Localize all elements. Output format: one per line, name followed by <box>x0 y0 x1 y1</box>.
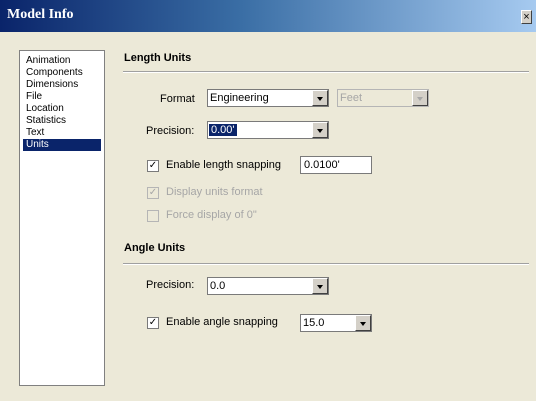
sidebar-item-statistics[interactable]: Statistics <box>23 115 101 127</box>
force-display-label: Force display of 0" <box>166 209 257 221</box>
chevron-down-icon <box>412 90 428 106</box>
enable-angle-snapping-label: Enable angle snapping <box>166 316 278 328</box>
angle-precision-select[interactable]: 0.0 <box>207 277 329 295</box>
enable-length-snapping-label: Enable length snapping <box>166 159 281 171</box>
sidebar-item-text[interactable]: Text <box>23 127 101 139</box>
length-precision-label: Precision: <box>146 125 195 137</box>
sidebar-item-animation[interactable]: Animation <box>23 55 101 67</box>
sidebar-item-file[interactable]: File <box>23 91 101 103</box>
title-bar[interactable]: Model Info <box>0 0 536 32</box>
sidebar-item-components[interactable]: Components <box>23 67 101 79</box>
angle-units-divider <box>123 263 529 265</box>
angle-precision-label: Precision: <box>146 279 195 291</box>
angle-snapping-value: 15.0 <box>303 317 325 329</box>
category-list[interactable]: Animation Components Dimensions File Loc… <box>19 50 105 386</box>
sidebar-item-units[interactable]: Units <box>23 139 101 151</box>
length-snapping-input[interactable]: 0.0100' <box>300 156 372 174</box>
sidebar-item-location[interactable]: Location <box>23 103 101 115</box>
sidebar-item-dimensions[interactable]: Dimensions <box>23 79 101 91</box>
force-display-checkbox <box>147 210 159 222</box>
length-precision-select[interactable]: 0.00' <box>207 121 329 139</box>
window-title: Model Info <box>7 7 74 22</box>
enable-angle-snapping-checkbox[interactable]: ✓ <box>147 317 159 329</box>
length-precision-value: 0.00' <box>209 124 237 136</box>
angle-precision-value: 0.0 <box>210 280 226 292</box>
display-units-format-label: Display units format <box>166 186 263 198</box>
display-units-format-checkbox: ✓ <box>147 187 159 199</box>
chevron-down-icon[interactable] <box>355 315 371 331</box>
format-unit-select: Feet <box>337 89 429 107</box>
enable-length-snapping-checkbox[interactable]: ✓ <box>147 160 159 172</box>
chevron-down-icon[interactable] <box>312 90 328 106</box>
model-info-dialog: Model Info Animation Components Dimensio… <box>0 0 536 401</box>
format-select[interactable]: Engineering <box>207 89 329 107</box>
angle-units-title: Angle Units <box>124 242 186 254</box>
length-units-divider <box>123 71 529 73</box>
angle-snapping-select[interactable]: 15.0 <box>300 314 372 332</box>
chevron-down-icon[interactable] <box>312 278 328 294</box>
format-select-value: Engineering <box>210 92 269 104</box>
chevron-down-icon[interactable] <box>312 122 328 138</box>
close-icon[interactable] <box>521 10 532 24</box>
length-units-title: Length Units <box>124 52 192 64</box>
format-unit-select-value: Feet <box>340 92 363 104</box>
format-label: Format <box>160 93 195 105</box>
